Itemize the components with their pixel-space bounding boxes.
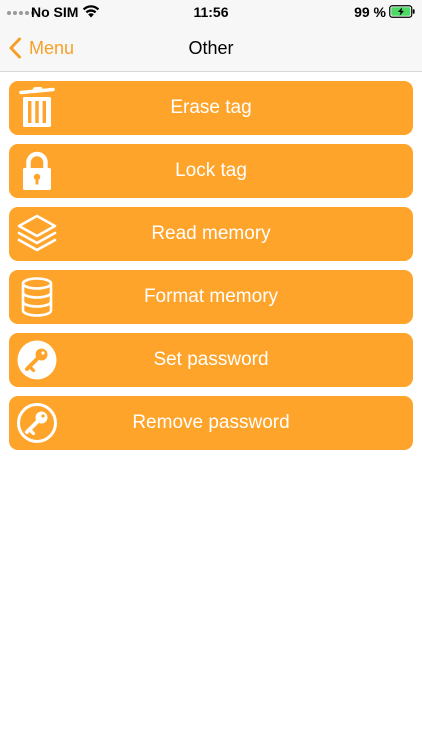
erase-tag-button[interactable]: Erase tag <box>9 81 413 135</box>
remove-password-label: Remove password <box>132 412 290 433</box>
lock-tag-button[interactable]: Lock tag <box>9 144 413 198</box>
read-memory-button[interactable]: Read memory <box>9 207 413 261</box>
battery-percentage: 99 % <box>354 4 386 20</box>
page-title: Other <box>188 38 234 58</box>
format-memory-label: Format memory <box>143 286 279 307</box>
set-password-label: Set password <box>153 349 269 370</box>
erase-tag-label: Erase tag <box>170 97 252 118</box>
navigation-bar: Menu Other <box>0 24 422 72</box>
format-memory-button[interactable]: Format memory <box>9 270 413 324</box>
lock-tag-label: Lock tag <box>175 160 247 181</box>
action-list: Erase tag Lock tag Read memory Format me… <box>9 81 413 459</box>
read-memory-label: Read memory <box>151 223 271 244</box>
battery-charging-icon <box>389 5 415 18</box>
set-password-button[interactable]: Set password <box>9 333 413 387</box>
status-bar: No SIM 11:56 99 % <box>0 0 422 24</box>
remove-password-button[interactable]: Remove password <box>9 396 413 450</box>
